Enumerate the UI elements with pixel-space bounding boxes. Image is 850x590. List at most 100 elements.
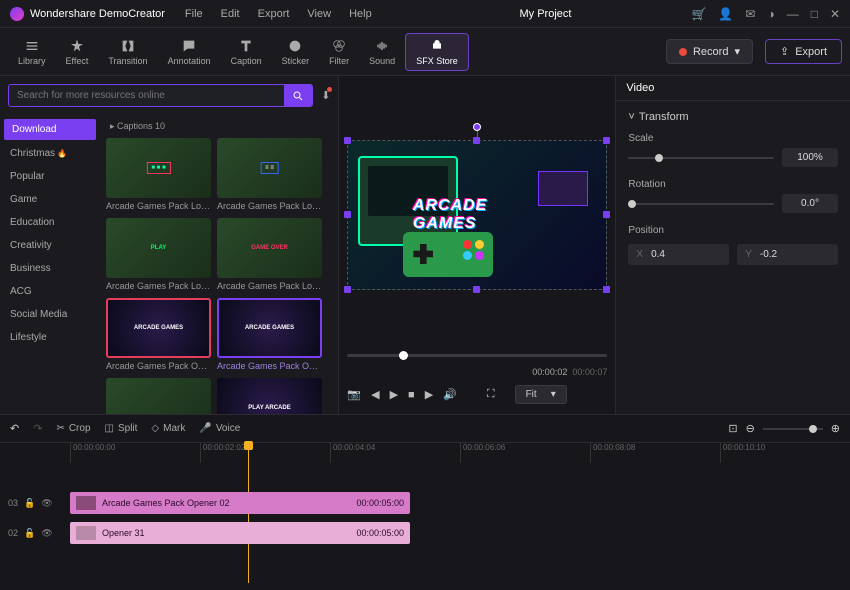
auto-fit-icon[interactable]: ⊡ <box>728 422 737 435</box>
tab-sfx-store[interactable]: SFX Store <box>405 33 469 71</box>
menu-edit[interactable]: Edit <box>221 8 240 20</box>
category-lifestyle[interactable]: Lifestyle <box>0 326 100 349</box>
crop-button[interactable]: ✂Crop <box>56 423 90 434</box>
split-icon: ◫ <box>105 423 114 434</box>
time-total: 00:00:07 <box>572 367 607 377</box>
export-icon: ⇪ <box>780 45 789 58</box>
panel-title: Video <box>616 76 850 101</box>
category-education[interactable]: Education <box>0 211 100 234</box>
preview-text: ARCADE GAMES <box>413 197 542 233</box>
mark-button[interactable]: ◇Mark <box>151 423 185 434</box>
flame-icon: 🔥 <box>57 149 67 158</box>
split-button[interactable]: ◫Split <box>105 423 138 434</box>
lock-icon[interactable]: 🔓 <box>24 498 35 509</box>
record-dot-icon <box>679 48 687 56</box>
cart-icon[interactable]: 🛒 <box>691 7 706 21</box>
volume-icon[interactable]: 🔊 <box>443 388 457 401</box>
preview-canvas[interactable]: ARCADE GAMES <box>347 140 607 290</box>
asset-thumb[interactable]: ≡ ≡Arcade Games Pack Low... <box>217 138 322 214</box>
search-button[interactable] <box>284 85 312 106</box>
chevron-down-icon: ▾ <box>734 45 740 58</box>
scale-label: Scale <box>628 133 838 144</box>
zoom-out-icon[interactable]: ⊖ <box>746 422 755 435</box>
maximize-icon[interactable]: □ <box>811 7 818 21</box>
undo-icon[interactable]: ↶ <box>10 422 19 435</box>
rotation-value[interactable]: 0.0° <box>782 194 838 213</box>
resize-handle[interactable] <box>344 211 351 218</box>
category-social-media[interactable]: Social Media <box>0 303 100 326</box>
category-download[interactable]: Download <box>4 119 96 140</box>
zoom-slider[interactable] <box>763 428 823 430</box>
user-icon[interactable]: 👤 <box>718 7 733 21</box>
ruler-tick: 00:00:00:00 <box>70 443 200 463</box>
category-game[interactable]: Game <box>0 188 100 211</box>
menu-file[interactable]: File <box>185 8 203 20</box>
redo-icon[interactable]: ↷ <box>33 422 42 435</box>
export-button[interactable]: ⇪Export <box>765 39 842 64</box>
tab-sticker[interactable]: Sticker <box>272 34 320 70</box>
timeline-clip[interactable]: Arcade Games Pack Opener 0200:00:05:00 <box>70 492 410 514</box>
eye-icon[interactable]: 👁 <box>41 498 52 509</box>
fullscreen-icon[interactable]: ⛶ <box>487 388 495 401</box>
resize-handle[interactable] <box>603 286 610 293</box>
rotation-slider[interactable] <box>628 203 774 205</box>
ruler-tick: 00:00:06:06 <box>460 443 590 463</box>
record-button[interactable]: Record▾ <box>666 39 753 64</box>
tab-annotation[interactable]: Annotation <box>158 34 221 70</box>
category-popular[interactable]: Popular <box>0 165 100 188</box>
category-business[interactable]: Business <box>0 257 100 280</box>
download-icon[interactable]: ⬇ <box>321 89 330 102</box>
stop-icon[interactable]: ■ <box>408 389 415 401</box>
tab-filter[interactable]: Filter <box>319 34 359 70</box>
scale-slider[interactable] <box>628 157 774 159</box>
resize-handle[interactable] <box>603 137 610 144</box>
asset-thumb[interactable] <box>106 378 211 414</box>
scale-value[interactable]: 100% <box>782 148 838 167</box>
captions-header: ▸ Captions 10 <box>106 119 332 138</box>
help-icon[interactable]: ◑ <box>767 7 774 21</box>
asset-thumb[interactable]: PLAY ARCADE <box>217 378 322 414</box>
category-acg[interactable]: ACG <box>0 280 100 303</box>
asset-thumb[interactable]: ARCADE GAMESArcade Games Pack Ope... <box>106 298 211 374</box>
tab-library[interactable]: Library <box>8 34 56 70</box>
category-creativity[interactable]: Creativity <box>0 234 100 257</box>
zoom-in-icon[interactable]: ⊕ <box>831 422 840 435</box>
eye-icon[interactable]: 👁 <box>41 528 52 539</box>
asset-thumb[interactable]: PLAYArcade Games Pack Low... <box>106 218 211 294</box>
tab-caption[interactable]: Caption <box>221 34 272 70</box>
mail-icon[interactable]: ✉ <box>745 7 755 21</box>
menu-export[interactable]: Export <box>258 8 290 20</box>
position-x-input[interactable]: X0.4 <box>628 244 729 265</box>
menu-view[interactable]: View <box>307 8 331 20</box>
play-icon[interactable]: ▶ <box>390 388 398 401</box>
voice-button[interactable]: 🎤Voice <box>199 423 240 434</box>
close-icon[interactable]: ✕ <box>830 7 840 21</box>
resize-handle[interactable] <box>344 286 351 293</box>
resize-handle[interactable] <box>603 211 610 218</box>
chevron-down-icon: ▾ <box>551 389 556 400</box>
asset-thumb[interactable]: GAME OVERArcade Games Pack Low... <box>217 218 322 294</box>
position-y-input[interactable]: Y-0.2 <box>737 244 838 265</box>
next-icon[interactable]: ▶ <box>425 388 433 401</box>
resize-handle[interactable] <box>344 137 351 144</box>
asset-thumb-selected[interactable]: ARCADE GAMESArcade Games Pack Ope... <box>217 298 322 374</box>
scrubber[interactable] <box>347 354 607 357</box>
asset-thumb[interactable]: ■ ■ ■Arcade Games Pack Low... <box>106 138 211 214</box>
mic-icon: 🎤 <box>199 423 211 434</box>
search-input[interactable] <box>8 84 313 107</box>
prev-icon[interactable]: ◀ <box>371 388 379 401</box>
chevron-down-icon: ˅ <box>628 111 634 123</box>
category-christmas[interactable]: Christmas🔥 <box>0 142 100 165</box>
snapshot-icon[interactable]: 📷 <box>347 388 361 401</box>
menu-help[interactable]: Help <box>349 8 372 20</box>
tab-sound[interactable]: Sound <box>359 34 405 70</box>
section-transform[interactable]: ˅Transform <box>628 107 838 127</box>
tab-effect[interactable]: Effect <box>56 34 99 70</box>
lock-icon[interactable]: 🔓 <box>24 528 35 539</box>
tab-transition[interactable]: Transition <box>98 34 157 70</box>
fit-dropdown[interactable]: Fit▾ <box>515 385 567 404</box>
minimize-icon[interactable]: — <box>787 7 799 21</box>
rotate-handle[interactable] <box>473 123 481 131</box>
timeline-clip[interactable]: Opener 3100:00:05:00 <box>70 522 410 544</box>
resize-handle[interactable] <box>473 286 480 293</box>
